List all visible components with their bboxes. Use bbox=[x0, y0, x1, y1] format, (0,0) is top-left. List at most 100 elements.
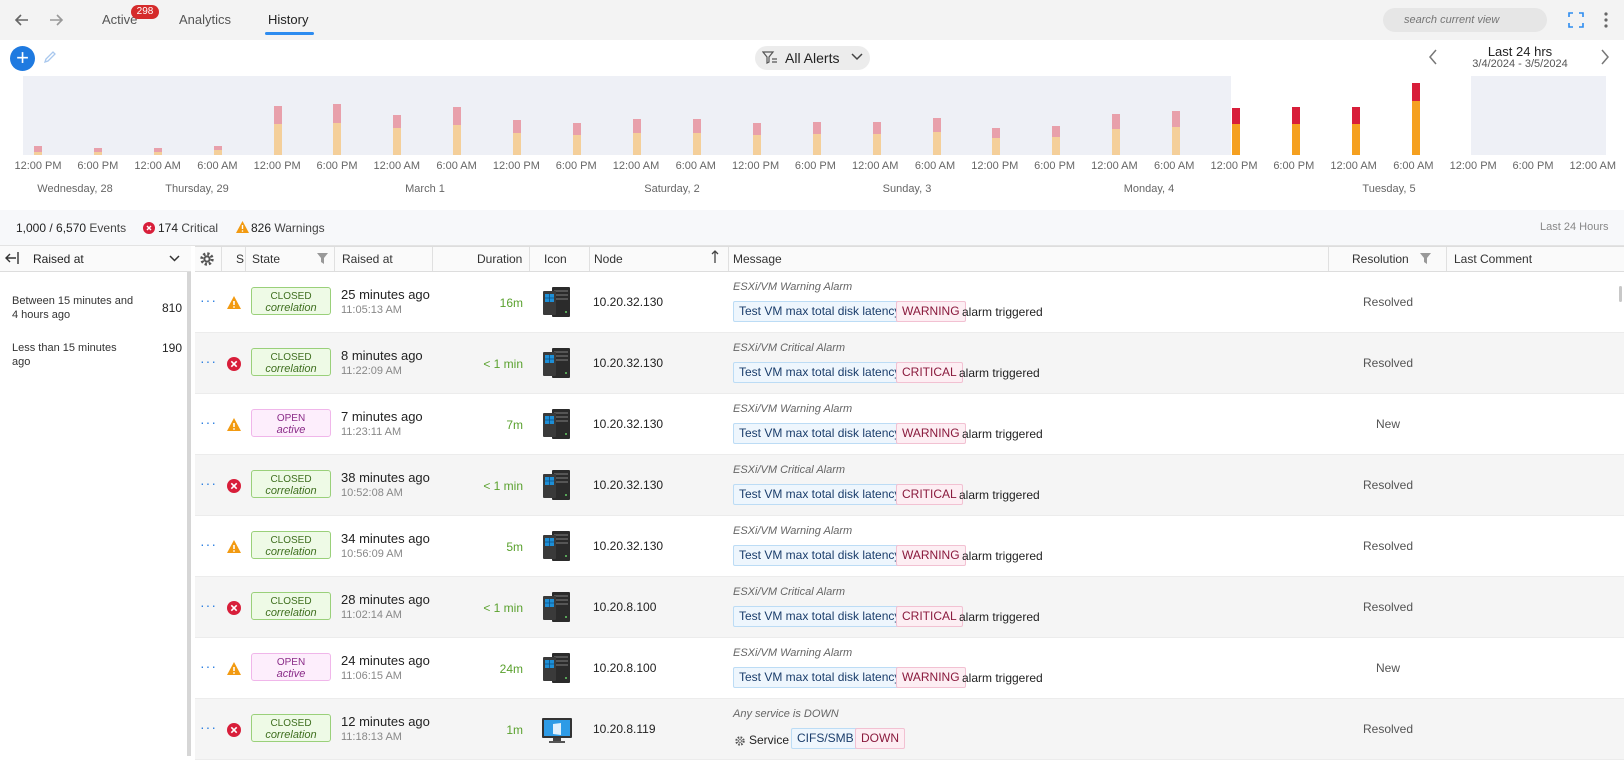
tab-analytics[interactable]: Analytics bbox=[179, 12, 231, 27]
timeline-warning-bar[interactable] bbox=[873, 134, 881, 155]
sort-ascending-icon[interactable] bbox=[711, 250, 719, 264]
row-actions-icon[interactable]: ··· bbox=[200, 475, 217, 491]
timeline-warning-bar[interactable] bbox=[513, 133, 521, 155]
node-address[interactable]: 10.20.32.130 bbox=[593, 539, 663, 553]
timeline-warning-bar[interactable] bbox=[333, 123, 341, 155]
timeline-critical-bar[interactable] bbox=[333, 104, 341, 123]
timeline-warning-bar[interactable] bbox=[1052, 137, 1060, 155]
timeline-warning-bar[interactable] bbox=[693, 133, 701, 155]
row-actions-icon[interactable]: ··· bbox=[200, 292, 217, 308]
time-range-title[interactable]: Last 24 hrs bbox=[1440, 44, 1600, 59]
timeline-warning-bar[interactable] bbox=[1292, 124, 1300, 155]
timeline-warning-bar[interactable] bbox=[633, 133, 641, 155]
timeline-warning-bar[interactable] bbox=[1112, 129, 1120, 155]
timeline-warning-bar[interactable] bbox=[813, 134, 821, 155]
search-input[interactable] bbox=[1383, 8, 1547, 32]
timeline-critical-bar[interactable] bbox=[214, 146, 222, 150]
timeline-critical-bar[interactable] bbox=[693, 119, 701, 133]
timeline-warning-bar[interactable] bbox=[1172, 127, 1180, 155]
timeline-critical-bar[interactable] bbox=[453, 107, 461, 125]
timeline-critical-bar[interactable] bbox=[1112, 114, 1120, 129]
col-raised-at[interactable]: Raised at bbox=[342, 252, 393, 266]
timeline-warning-bar[interactable] bbox=[992, 138, 1000, 155]
timeline-tick-label: 6:00 AM bbox=[915, 160, 955, 172]
col-icon[interactable]: Icon bbox=[544, 252, 567, 266]
row-actions-icon[interactable]: ··· bbox=[200, 658, 217, 674]
timeline-critical-bar[interactable] bbox=[633, 119, 641, 133]
edit-pencil-icon[interactable] bbox=[42, 49, 58, 65]
col-duration[interactable]: Duration bbox=[477, 252, 522, 266]
timeline-warning-bar[interactable] bbox=[453, 125, 461, 155]
timeline-warning-bar[interactable] bbox=[1412, 101, 1420, 155]
timeline-critical-bar[interactable] bbox=[1352, 107, 1360, 124]
group-label[interactable]: Between 15 minutes and 4 hours ago bbox=[12, 294, 137, 322]
collapse-panel-icon[interactable] bbox=[4, 251, 20, 265]
timeline-warning-bar[interactable] bbox=[1352, 124, 1360, 155]
col-resolution[interactable]: Resolution bbox=[1352, 252, 1409, 266]
events-timeline[interactable]: 12:00 PM 6:00 PM 12:00 AM 6:00 AM 12:00 PM 6:… bbox=[0, 76, 1624, 206]
timeline-warning-bar[interactable] bbox=[393, 128, 401, 155]
col-node[interactable]: Node bbox=[594, 252, 623, 266]
fullscreen-icon[interactable] bbox=[1567, 11, 1585, 29]
timeline-critical-bar[interactable] bbox=[753, 123, 761, 135]
message-tag: Test VM max total disk latency bbox=[733, 606, 907, 627]
timeline-warning-bar[interactable] bbox=[34, 152, 42, 155]
more-vertical-icon[interactable] bbox=[1603, 11, 1609, 29]
gear-icon[interactable] bbox=[199, 251, 215, 267]
node-address[interactable]: 10.20.8.100 bbox=[593, 661, 656, 675]
row-actions-icon[interactable]: ··· bbox=[200, 353, 217, 369]
timeline-warning-bar[interactable] bbox=[154, 152, 162, 155]
timeline-critical-bar[interactable] bbox=[154, 148, 162, 152]
row-actions-icon[interactable]: ··· bbox=[200, 414, 217, 430]
back-arrow-icon[interactable] bbox=[12, 10, 32, 30]
col-message[interactable]: Message bbox=[733, 252, 782, 266]
scrollbar-thumb[interactable] bbox=[1619, 286, 1622, 302]
timeline-critical-bar[interactable] bbox=[1292, 107, 1300, 124]
prev-range-icon[interactable] bbox=[1428, 49, 1438, 65]
timeline-warning-bar[interactable] bbox=[214, 150, 222, 155]
timeline-critical-bar[interactable] bbox=[1412, 83, 1420, 101]
group-label[interactable]: Less than 15 minutes ago bbox=[12, 341, 137, 369]
timeline-critical-bar[interactable] bbox=[1172, 111, 1180, 127]
timeline-warning-bar[interactable] bbox=[94, 152, 102, 155]
timeline-critical-bar[interactable] bbox=[933, 118, 941, 132]
timeline-critical-bar[interactable] bbox=[274, 106, 282, 124]
timeline-warning-bar[interactable] bbox=[933, 132, 941, 155]
node-address[interactable]: 10.20.8.119 bbox=[593, 722, 656, 736]
timeline-critical-bar[interactable] bbox=[1052, 126, 1060, 137]
timeline-critical-bar[interactable] bbox=[992, 128, 1000, 138]
timeline-critical-bar[interactable] bbox=[813, 122, 821, 134]
timeline-critical-bar[interactable] bbox=[873, 122, 881, 134]
timeline-critical-bar[interactable] bbox=[1232, 108, 1240, 124]
group-by-select[interactable]: Raised at bbox=[33, 252, 84, 266]
state-label: OPEN bbox=[276, 657, 306, 668]
node-address[interactable]: 10.20.32.130 bbox=[593, 295, 663, 309]
node-address[interactable]: 10.20.32.130 bbox=[593, 356, 663, 370]
add-button[interactable]: + bbox=[10, 46, 35, 71]
timeline-critical-bar[interactable] bbox=[573, 123, 581, 135]
col-severity[interactable]: S bbox=[236, 252, 244, 266]
col-last-comment[interactable]: Last Comment bbox=[1454, 252, 1532, 266]
forward-arrow-icon[interactable] bbox=[46, 10, 66, 30]
chevron-down-icon[interactable] bbox=[169, 255, 180, 262]
timeline-warning-bar[interactable] bbox=[1232, 124, 1240, 155]
timeline-critical-bar[interactable] bbox=[34, 146, 42, 152]
filter-icon[interactable] bbox=[317, 253, 328, 264]
filter-icon[interactable] bbox=[1420, 253, 1431, 264]
timeline-critical-bar[interactable] bbox=[94, 148, 102, 152]
timeline-warning-bar[interactable] bbox=[274, 124, 282, 155]
timeline-warning-bar[interactable] bbox=[573, 135, 581, 155]
next-range-icon[interactable] bbox=[1600, 49, 1610, 65]
row-actions-icon[interactable]: ··· bbox=[200, 719, 217, 735]
node-address[interactable]: 10.20.8.100 bbox=[593, 600, 656, 614]
timeline-day-label: Thursday, 29 bbox=[165, 183, 228, 195]
node-address[interactable]: 10.20.32.130 bbox=[593, 478, 663, 492]
timeline-critical-bar[interactable] bbox=[393, 115, 401, 128]
timeline-critical-bar[interactable] bbox=[513, 120, 521, 133]
tab-history[interactable]: History bbox=[268, 12, 308, 27]
row-actions-icon[interactable]: ··· bbox=[200, 597, 217, 613]
timeline-warning-bar[interactable] bbox=[753, 135, 761, 155]
node-address[interactable]: 10.20.32.130 bbox=[593, 417, 663, 431]
row-actions-icon[interactable]: ··· bbox=[200, 536, 217, 552]
col-state[interactable]: State bbox=[252, 252, 280, 266]
